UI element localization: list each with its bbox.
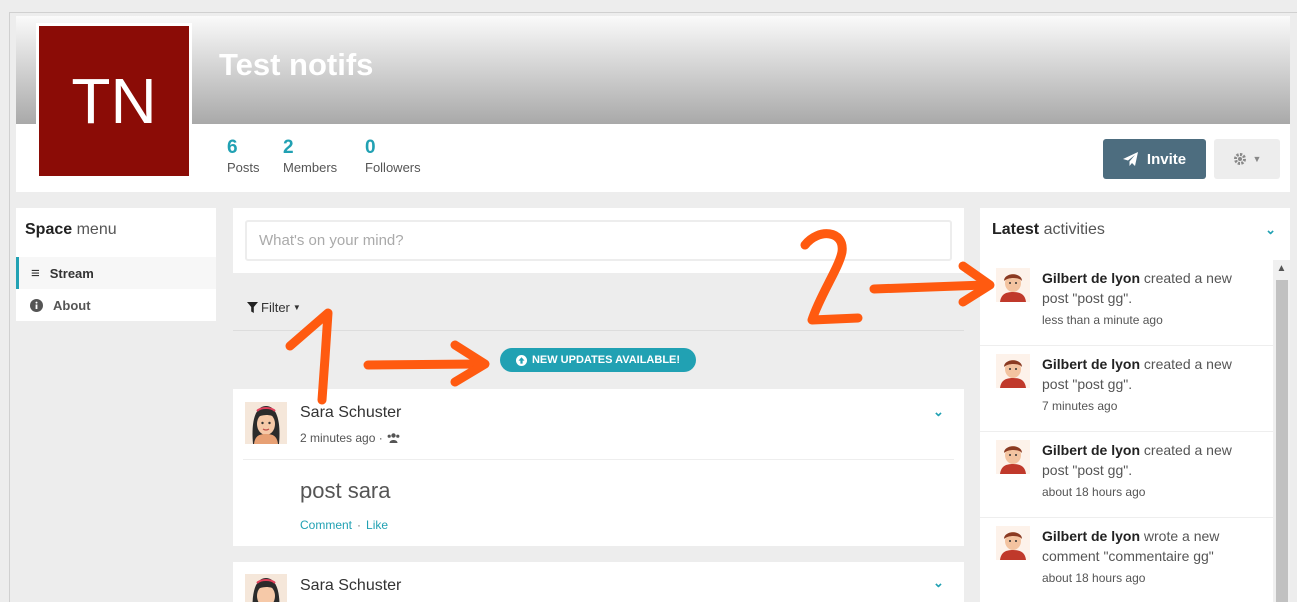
stat-members-count: 2 <box>283 137 294 158</box>
space-menu-title-rest: menu <box>72 221 117 238</box>
man-avatar-icon <box>996 440 1030 474</box>
info-circle-icon <box>30 298 43 312</box>
space-banner: Test notifs <box>16 16 1290 124</box>
man-avatar-icon <box>996 526 1030 560</box>
collapse-chevron-icon[interactable]: ⌄ <box>1265 222 1276 238</box>
funnel-icon <box>247 302 258 313</box>
menu-item-about[interactable]: About <box>16 289 216 321</box>
stat-followers-label: Followers <box>365 160 421 175</box>
annotation-arrow-2-shaft <box>869 280 990 294</box>
filter-divider <box>233 330 964 331</box>
activity-item[interactable]: Gilbert de lyon created a new post "post… <box>980 260 1273 346</box>
comment-link[interactable]: Comment <box>300 518 352 532</box>
activity-text: Gilbert de lyon created a new post "post… <box>1042 440 1262 480</box>
stat-members-label: Members <box>283 160 338 175</box>
post-author[interactable]: Sara Schuster <box>300 577 401 595</box>
bars-icon: ≡ <box>31 264 40 282</box>
stat-posts[interactable]: 6 Posts <box>227 137 260 177</box>
post-divider <box>243 459 954 460</box>
space-menu-title-bold: Space <box>25 221 73 238</box>
space-menu-title: Space menu <box>25 221 117 239</box>
user-avatar <box>996 268 1030 302</box>
activity-item[interactable]: Gilbert de lyon wrote a new comment "com… <box>980 518 1273 602</box>
latest-activities-title-rest: activities <box>1039 221 1105 238</box>
menu-item-about-label: About <box>53 297 91 313</box>
user-avatar <box>996 526 1030 560</box>
gear-icon <box>1233 153 1246 165</box>
author-avatar[interactable] <box>245 402 287 444</box>
post-author[interactable]: Sara Schuster <box>300 404 401 422</box>
user-avatar <box>996 354 1030 388</box>
activity-item[interactable]: Gilbert de lyon created a new post "post… <box>980 346 1273 432</box>
whats-on-your-mind-input[interactable] <box>245 220 952 261</box>
annotation-digit-1 <box>285 308 333 405</box>
post-card: Sara Schuster 2 minutes ago · ⌄ post sar… <box>233 389 964 546</box>
post-options-chevron-icon[interactable]: ⌄ <box>933 404 944 420</box>
space-title: Test notifs <box>219 47 374 82</box>
caret-down-icon: ▼ <box>292 303 301 312</box>
menu-item-stream-label: Stream <box>49 265 94 281</box>
post-meta: 2 minutes ago · <box>300 431 400 445</box>
activity-item[interactable]: Gilbert de lyon created a new post "post… <box>980 432 1273 518</box>
scroll-up-arrow-icon[interactable]: ▲ <box>1274 260 1289 276</box>
invite-button[interactable]: Invite <box>1103 139 1206 179</box>
space-menu: Space menu ≡ Stream About <box>16 208 216 321</box>
stat-followers[interactable]: 0 Followers <box>365 137 421 177</box>
woman-avatar-icon <box>245 402 287 444</box>
stat-followers-count: 0 <box>365 137 376 158</box>
activity-text: Gilbert de lyon wrote a new comment "com… <box>1042 526 1262 566</box>
post-card: Sara Schuster ⌄ <box>233 562 964 602</box>
new-updates-button[interactable]: NEW UPDATES AVAILABLE! <box>500 348 696 372</box>
latest-activities-title: Latest activities <box>992 221 1105 239</box>
latest-activities-panel: Latest activities ⌄ Gilbert de lyon crea… <box>980 208 1290 602</box>
activity-scrollbar-thumb[interactable] <box>1276 280 1288 602</box>
window-frame-left <box>9 12 10 602</box>
annotation-arrow-1-shaft <box>363 359 483 370</box>
stat-members[interactable]: 2 Members <box>283 137 337 177</box>
activity-time: less than a minute ago <box>1042 313 1163 327</box>
activity-user[interactable]: Gilbert de lyon <box>1042 356 1140 372</box>
post-time[interactable]: 2 minutes ago · <box>300 431 383 445</box>
users-icon <box>387 433 400 443</box>
man-avatar-icon <box>996 354 1030 388</box>
man-avatar-icon <box>996 268 1030 302</box>
caret-down-icon: ▼ <box>1252 154 1262 164</box>
activity-user[interactable]: Gilbert de lyon <box>1042 270 1140 286</box>
space-logo[interactable]: TN <box>36 23 192 179</box>
activity-user[interactable]: Gilbert de lyon <box>1042 528 1140 544</box>
post-options-chevron-icon[interactable]: ⌄ <box>933 575 944 591</box>
post-actions: Comment · Like <box>300 518 388 532</box>
space-settings-button[interactable]: ▼ <box>1214 139 1280 179</box>
activity-text: Gilbert de lyon created a new post "post… <box>1042 354 1262 394</box>
activity-user[interactable]: Gilbert de lyon <box>1042 442 1140 458</box>
like-link[interactable]: Like <box>366 518 388 532</box>
filter-dropdown[interactable]: Filter ▼ <box>247 300 301 315</box>
post-content: post sara <box>300 478 391 503</box>
user-avatar <box>996 440 1030 474</box>
stat-posts-label: Posts <box>227 160 260 175</box>
paper-plane-icon <box>1122 151 1138 166</box>
arrow-circle-up-icon <box>515 354 527 366</box>
activity-time: about 18 hours ago <box>1042 485 1146 499</box>
post-composer <box>233 208 964 273</box>
latest-activities-title-bold: Latest <box>992 221 1040 238</box>
space-header: Test notifs TN 6 Posts 2 Members 0 Follo… <box>16 16 1290 192</box>
activity-list: Gilbert de lyon created a new post "post… <box>980 260 1273 602</box>
activity-time: 7 minutes ago <box>1042 399 1118 413</box>
woman-avatar-icon <box>245 574 287 602</box>
author-avatar[interactable] <box>245 574 287 602</box>
stat-posts-count: 6 <box>227 137 238 158</box>
menu-item-stream[interactable]: ≡ Stream <box>16 257 216 289</box>
window-frame-top <box>9 12 1297 13</box>
annotation-arrow-1-head <box>450 340 490 387</box>
invite-label: Invite <box>1146 150 1187 168</box>
filter-label: Filter <box>261 300 290 315</box>
new-updates-label: NEW UPDATES AVAILABLE! <box>531 354 681 366</box>
action-separator: · <box>357 518 362 532</box>
activity-text: Gilbert de lyon created a new post "post… <box>1042 268 1262 308</box>
activity-time: about 18 hours ago <box>1042 571 1146 585</box>
